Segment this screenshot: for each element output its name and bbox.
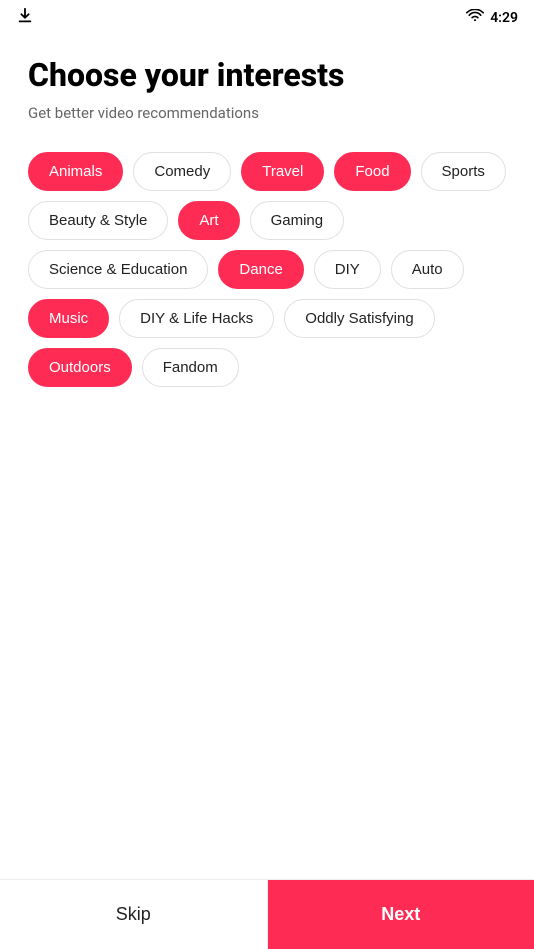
status-bar: 4:29 — [0, 0, 534, 36]
wifi-icon — [466, 9, 484, 27]
tag-dance[interactable]: Dance — [218, 250, 303, 289]
tag-sports[interactable]: Sports — [421, 152, 506, 191]
status-right: 4:29 — [466, 9, 518, 27]
status-time: 4:29 — [490, 10, 518, 26]
tag-comedy[interactable]: Comedy — [133, 152, 231, 191]
tag-auto[interactable]: Auto — [391, 250, 464, 289]
main-content: Choose your interests Get better video r… — [0, 36, 534, 407]
tag-gaming[interactable]: Gaming — [250, 201, 345, 240]
tag-travel[interactable]: Travel — [241, 152, 324, 191]
status-left — [16, 7, 34, 29]
skip-button[interactable]: Skip — [0, 880, 268, 949]
tag-fandom[interactable]: Fandom — [142, 348, 239, 387]
page-title: Choose your interests — [28, 56, 506, 94]
tag-beauty-style[interactable]: Beauty & Style — [28, 201, 168, 240]
tag-diy-life-hacks[interactable]: DIY & Life Hacks — [119, 299, 274, 338]
tags-container: Animals Comedy Travel Food Sports Beauty & St… — [28, 152, 506, 387]
bottom-bar: Skip Next — [0, 879, 534, 949]
next-button[interactable]: Next — [268, 880, 534, 949]
subtitle: Get better video recommendations — [28, 104, 506, 122]
tag-music[interactable]: Music — [28, 299, 109, 338]
tag-oddly-satisfying[interactable]: Oddly Satisfying — [284, 299, 434, 338]
download-icon — [16, 7, 34, 29]
tag-science-education[interactable]: Science & Education — [28, 250, 208, 289]
tag-food[interactable]: Food — [334, 152, 410, 191]
tag-art[interactable]: Art — [178, 201, 239, 240]
tag-outdoors[interactable]: Outdoors — [28, 348, 132, 387]
tag-animals[interactable]: Animals — [28, 152, 123, 191]
tag-diy[interactable]: DIY — [314, 250, 381, 289]
